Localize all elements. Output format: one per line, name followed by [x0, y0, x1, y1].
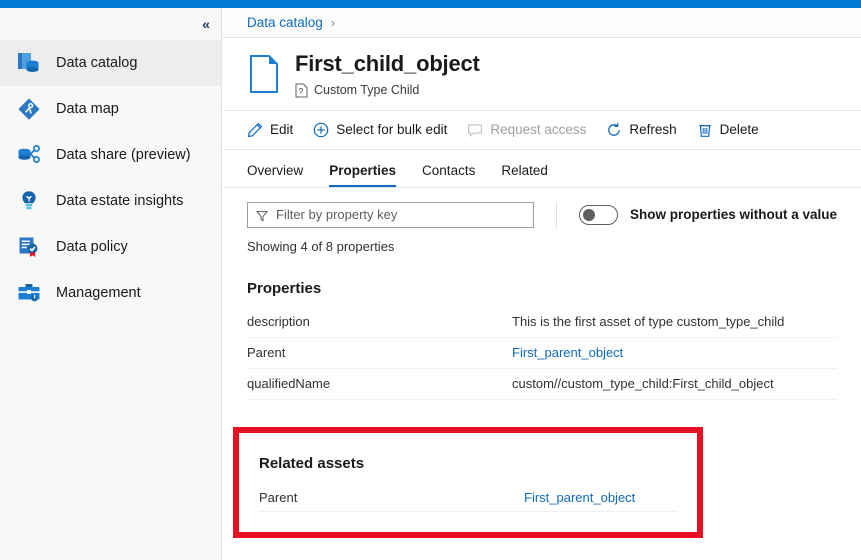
main-content: Data catalog › First_child_object ? Cust…	[223, 8, 861, 560]
sidebar-item-data-policy[interactable]: Data policy	[0, 224, 221, 270]
asset-tabs: Overview Properties Contacts Related	[223, 150, 861, 188]
plus-circle-icon	[313, 122, 329, 138]
showing-count-text: Showing 4 of 8 properties	[247, 238, 395, 254]
related-asset-value-link[interactable]: First_parent_object	[524, 490, 635, 505]
related-assets-heading: Related assets	[259, 455, 365, 472]
property-key: Parent	[247, 345, 286, 361]
delete-button-label: Delete	[719, 122, 759, 138]
document-icon	[247, 54, 281, 94]
property-value: custom//custom_type_child:First_child_ob…	[512, 376, 774, 392]
sidebar-item-data-catalog[interactable]: Data catalog	[0, 40, 221, 86]
properties-section-heading: Properties	[247, 279, 322, 297]
select-for-bulk-edit-button-label: Select for bulk edit	[336, 122, 448, 138]
asset-header: First_child_object ? Custom Type Child	[223, 38, 861, 111]
select-for-bulk-edit-button[interactable]: Select for bulk edit	[313, 122, 447, 138]
top-accent-bar	[0, 0, 861, 8]
filter-row: Show properties without a value	[223, 188, 861, 228]
table-row: description This is the first asset of t…	[247, 307, 837, 338]
table-row: Parent First_parent_object	[247, 338, 837, 369]
left-navigation-sidebar: « Data catalog Data map Data share (prev…	[0, 8, 222, 560]
tab-contacts[interactable]: Contacts	[422, 164, 475, 187]
property-key: description	[247, 314, 310, 330]
data-policy-icon	[16, 234, 42, 260]
comment-icon	[467, 122, 483, 138]
sidebar-item-label: Data share (preview)	[56, 147, 191, 163]
refresh-button-label: Refresh	[629, 122, 677, 138]
sidebar-item-label: Data estate insights	[56, 193, 184, 209]
data-map-icon	[16, 96, 42, 122]
data-share-icon	[16, 142, 42, 168]
properties-section: Properties description This is the first…	[223, 254, 861, 400]
management-icon	[16, 280, 42, 306]
request-access-button: Request access	[467, 122, 586, 138]
related-assets-highlight-box: Related assets Parent First_parent_objec…	[233, 427, 703, 538]
sidebar-item-data-estate-insights[interactable]: Data estate insights	[0, 178, 221, 224]
property-value: This is the first asset of type custom_t…	[512, 314, 785, 330]
related-asset-key: Parent	[259, 490, 298, 505]
delete-button[interactable]: Delete	[697, 122, 759, 138]
asset-title-group: First_child_object ? Custom Type Child	[295, 51, 480, 98]
asset-type-row: ? Custom Type Child	[295, 83, 480, 98]
sidebar-item-data-share[interactable]: Data share (preview)	[0, 132, 221, 178]
sidebar-item-label: Data catalog	[56, 55, 138, 71]
unknown-type-icon: ?	[295, 83, 308, 98]
funnel-icon	[255, 209, 269, 222]
filter-box[interactable]	[247, 201, 535, 228]
trash-icon	[697, 122, 713, 138]
refresh-icon	[606, 122, 622, 138]
sidebar-item-label: Management	[56, 285, 141, 301]
table-row: Parent First_parent_object	[259, 484, 677, 512]
sidebar-item-label: Data map	[56, 101, 119, 117]
show-empty-properties-toggle-group: Show properties without a value	[578, 204, 837, 225]
sidebar-item-management[interactable]: Management	[0, 270, 221, 316]
edit-button[interactable]: Edit	[247, 122, 293, 138]
edit-button-label: Edit	[270, 122, 294, 138]
sidebar-item-label: Data policy	[56, 239, 128, 255]
search-input[interactable]	[276, 207, 526, 223]
breadcrumb: Data catalog ›	[223, 8, 861, 38]
property-key: qualifiedName	[247, 376, 331, 392]
purview-asset-page: « Data catalog Data map Data share (prev…	[0, 0, 861, 560]
breadcrumb-separator-icon: ›	[330, 15, 336, 30]
tab-properties[interactable]: Properties	[329, 164, 397, 187]
command-toolbar: Edit Select for bulk edit Request access…	[223, 111, 861, 150]
related-assets-section: Related assets Parent First_parent_objec…	[239, 433, 697, 512]
asset-type-label: Custom Type Child	[314, 83, 420, 98]
page-title: First_child_object	[295, 51, 480, 76]
sidebar-collapse-row: «	[0, 8, 221, 40]
request-access-button-label: Request access	[490, 122, 587, 138]
breadcrumb-link-data-catalog[interactable]: Data catalog	[247, 15, 323, 30]
show-empty-properties-label: Show properties without a value	[629, 207, 837, 223]
refresh-button[interactable]: Refresh	[606, 122, 677, 138]
collapse-sidebar-icon[interactable]: «	[202, 17, 210, 31]
data-catalog-icon	[16, 50, 42, 76]
table-row: qualifiedName custom//custom_type_child:…	[247, 369, 837, 400]
svg-text:?: ?	[299, 87, 304, 96]
property-value-link[interactable]: First_parent_object	[512, 345, 623, 360]
filter-divider	[556, 201, 557, 228]
sidebar-item-data-map[interactable]: Data map	[0, 86, 221, 132]
toggle-knob	[582, 208, 595, 221]
pencil-icon	[247, 122, 263, 138]
tab-related[interactable]: Related	[501, 164, 548, 187]
show-empty-properties-toggle[interactable]	[578, 204, 618, 225]
tab-overview[interactable]: Overview	[247, 164, 303, 187]
data-estate-insights-icon	[16, 188, 42, 214]
